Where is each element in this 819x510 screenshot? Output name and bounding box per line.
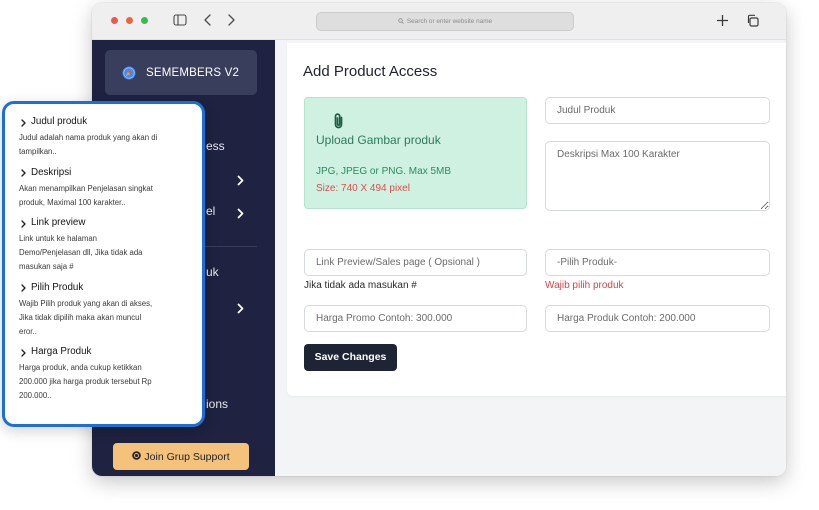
help-item: Link preview Link untuk ke halaman Demo/… xyxy=(19,216,194,274)
chevron-right-icon xyxy=(21,219,26,228)
upload-formats: JPG, JPEG or PNG. Max 5MB xyxy=(316,166,452,177)
browser-toolbar: Search or enter website name xyxy=(92,3,786,40)
chevron-right-icon xyxy=(21,118,26,127)
chevron-right-icon xyxy=(21,348,26,357)
search-icon xyxy=(398,17,404,26)
sidebar-item-label: el xyxy=(206,204,216,218)
help-item-description: Wajib Pilih produk yang akan di akses, J… xyxy=(19,298,153,336)
help-item-title: Harga Produk xyxy=(19,345,194,358)
compass-icon xyxy=(122,66,136,80)
chevron-left-icon[interactable] xyxy=(203,13,211,27)
page-title: Add Product Access xyxy=(303,63,438,80)
chevron-right-icon xyxy=(237,301,244,313)
help-item: Deskripsi Akan menampilkan Penjelasan si… xyxy=(19,166,194,210)
address-bar[interactable]: Search or enter website name xyxy=(316,12,574,31)
help-title-text: Judul produk xyxy=(31,116,88,127)
copy-icon[interactable] xyxy=(745,13,759,27)
sidebar-item-label: ess xyxy=(206,139,225,153)
promo-price-input[interactable] xyxy=(304,305,527,332)
link-preview-hint: Jika tidak ada masukan # xyxy=(304,280,417,291)
support-icon xyxy=(132,450,142,463)
help-item-description: Akan menampilkan Penjelasan singkat prod… xyxy=(19,183,153,207)
chevron-right-icon xyxy=(237,173,244,185)
help-item-title: Link preview xyxy=(19,216,194,229)
chevron-right-icon xyxy=(237,206,244,218)
sidebar-item-label: uk xyxy=(206,265,219,279)
sidebar-toggle-icon[interactable] xyxy=(173,13,187,27)
help-item-title: Judul produk xyxy=(19,115,194,128)
link-preview-input[interactable] xyxy=(304,249,527,276)
chevron-right-icon[interactable] xyxy=(227,13,235,27)
upload-label: Upload Gambar produk xyxy=(316,133,441,147)
plus-icon[interactable] xyxy=(715,13,729,27)
product-price-input[interactable] xyxy=(545,305,770,332)
help-item-description: Judul adalah nama produk yang akan di ta… xyxy=(19,133,158,156)
help-item-title: Pilih Produk xyxy=(19,281,194,294)
address-placeholder: Search or enter website name xyxy=(406,18,493,25)
description-textarea[interactable] xyxy=(545,141,770,211)
chevron-right-icon xyxy=(21,168,26,177)
help-item: Pilih Produk Wajib Pilih produk yang aka… xyxy=(19,281,194,339)
sidebar-divider xyxy=(205,246,257,247)
add-product-form: Add Product Access Upload Gambar produk … xyxy=(287,43,786,396)
upload-size-note: Size: 740 X 494 pixel xyxy=(316,183,410,194)
help-item-description: Link untuk ke halaman Demo/Penjelasan dl… xyxy=(19,234,143,271)
product-select[interactable]: -Pilih Produk- xyxy=(545,249,770,276)
help-title-text: Harga Produk xyxy=(31,346,92,357)
help-title-text: Deskripsi xyxy=(31,166,72,178)
image-upload-dropzone[interactable]: Upload Gambar produk JPG, JPEG or PNG. M… xyxy=(304,97,527,209)
help-item-description: Harga produk, anda cukup ketikkan 200.00… xyxy=(19,363,152,400)
help-panel: Judul produk Judul adalah nama produk ya… xyxy=(2,101,205,427)
sidebar-item-label: ions xyxy=(206,397,229,411)
help-item-title: Deskripsi xyxy=(19,166,194,179)
help-title-text: Link preview xyxy=(31,217,86,228)
join-support-button[interactable]: Join Grup Support xyxy=(113,443,249,470)
product-title-input[interactable] xyxy=(545,97,770,124)
help-item: Harga Produk Harga produk, anda cukup ke… xyxy=(19,345,194,403)
maximize-window-button[interactable] xyxy=(140,16,148,24)
help-item: Judul produk Judul adalah nama produk ya… xyxy=(19,115,194,159)
close-window-button[interactable] xyxy=(110,16,118,24)
minimize-window-button[interactable] xyxy=(125,16,133,24)
main-content: Add Product Access Upload Gambar produk … xyxy=(275,40,786,476)
save-changes-button[interactable]: Save Changes xyxy=(304,344,397,371)
join-support-label: Join Grup Support xyxy=(144,450,230,463)
paperclip-icon xyxy=(332,112,345,130)
brand-button[interactable]: SEMEMBERS V2 xyxy=(105,50,257,95)
product-select-hint: Wajib pilih produk xyxy=(545,280,624,291)
chevron-right-icon xyxy=(21,283,26,292)
brand-name: SEMEMBERS V2 xyxy=(146,67,240,79)
help-title-text: Pilih Produk xyxy=(31,281,84,293)
